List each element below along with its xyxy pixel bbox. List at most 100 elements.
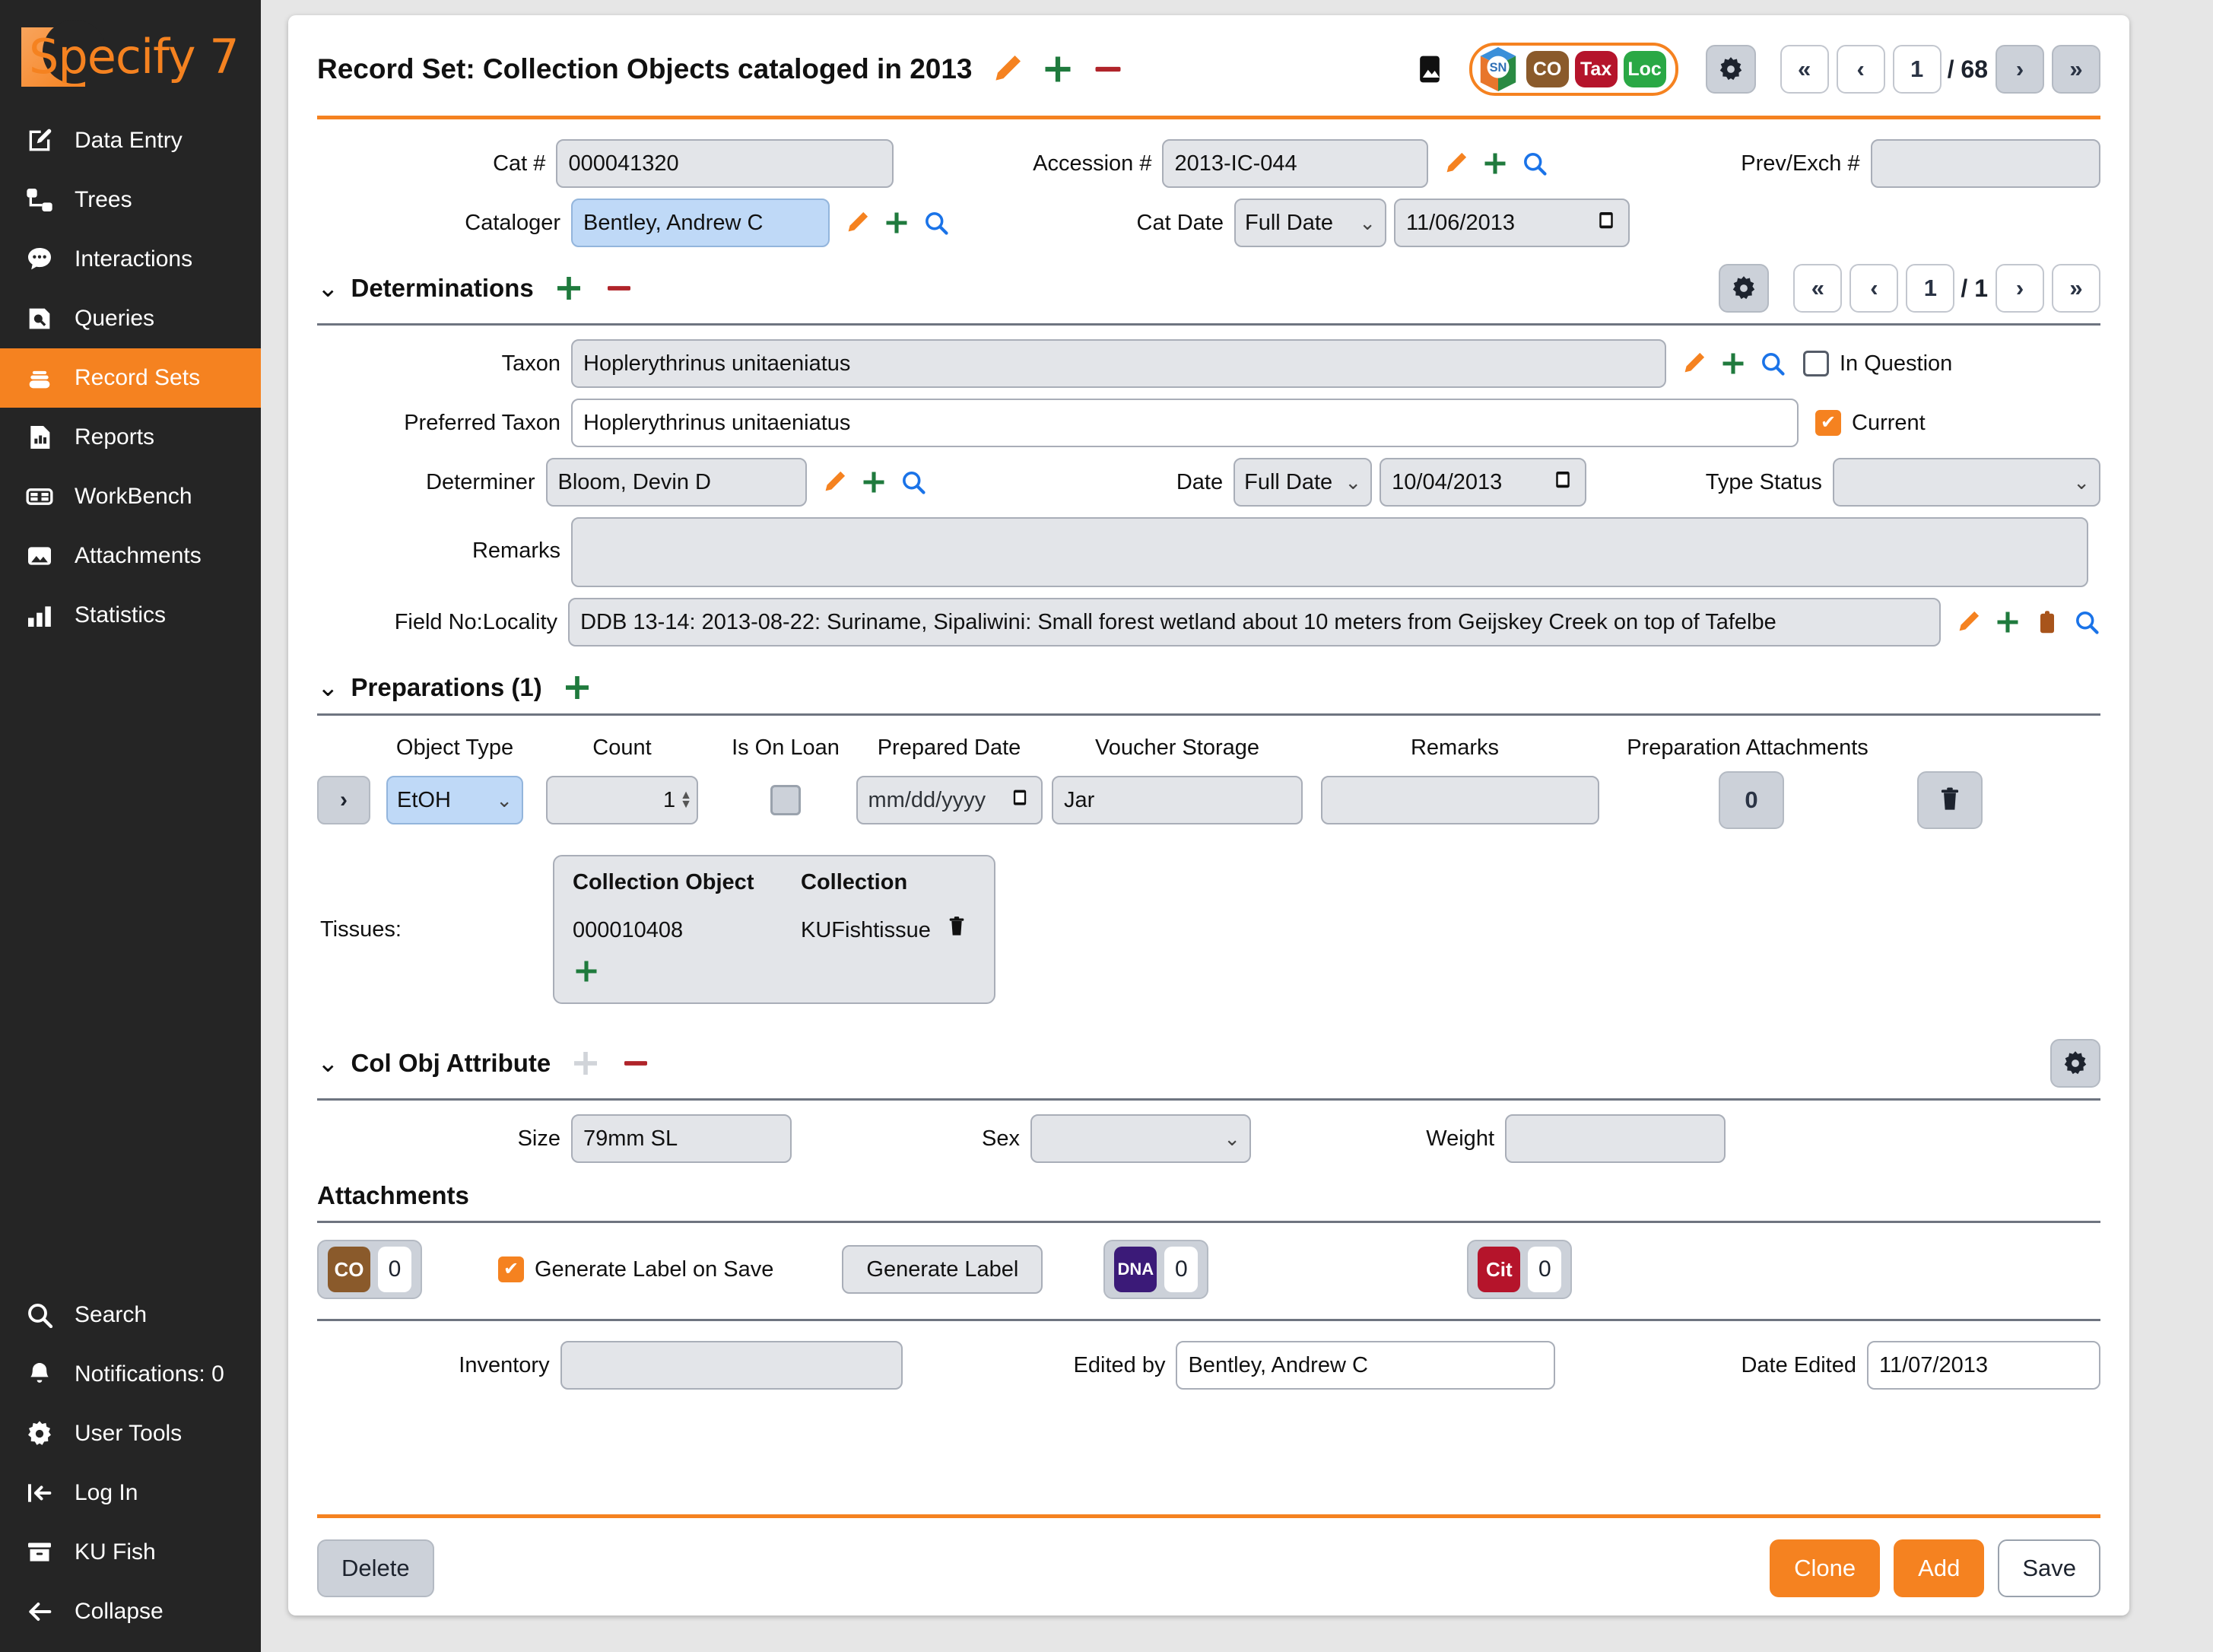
preparation-attachments-count[interactable]: 0 — [1719, 771, 1784, 829]
edit-square-icon — [23, 124, 56, 157]
add-tissue-button[interactable] — [573, 958, 976, 989]
accession-input[interactable]: 2013-IC-044 — [1162, 139, 1428, 188]
sidebar-item-reports[interactable]: Reports — [0, 408, 261, 467]
app-logo[interactable]: Specify 7 — [0, 14, 261, 111]
add-determination-button[interactable] — [554, 273, 584, 303]
weight-input[interactable] — [1505, 1114, 1726, 1163]
locality-tab[interactable]: Loc — [1623, 51, 1666, 87]
sidebar-item-record-sets[interactable]: Record Sets — [0, 348, 261, 408]
co-attachments-button[interactable]: CO 0 — [317, 1240, 422, 1299]
count-stepper[interactable]: 1 ▲ ▼ — [546, 776, 698, 824]
taxon-input[interactable]: Hoplerythrinus unitaeniatus — [571, 339, 1666, 388]
sidebar-item-notifications[interactable]: Notifications: 0 — [0, 1345, 261, 1404]
form-tab-switcher[interactable]: SN CO Tax Loc — [1468, 43, 1678, 96]
determinations-settings-button[interactable] — [1719, 264, 1770, 313]
clone-button[interactable]: Clone — [1770, 1539, 1881, 1597]
col-obj-attribute-settings-button[interactable] — [2050, 1039, 2100, 1088]
prev-exch-input[interactable] — [1870, 139, 2100, 188]
add-col-obj-attribute-button[interactable] — [570, 1048, 601, 1079]
current-checkbox[interactable]: Current — [1815, 410, 1926, 436]
chevron-down-icon[interactable]: ⌄ — [317, 275, 339, 301]
sidebar-item-statistics[interactable]: Statistics — [0, 586, 261, 645]
tissue-collection-object[interactable]: 000010408 — [573, 918, 778, 943]
calendar-icon[interactable] — [1009, 786, 1030, 814]
determination-prev-button[interactable]: ‹ — [1849, 264, 1899, 313]
pencil-icon — [825, 471, 846, 491]
plus-icon[interactable] — [1041, 52, 1075, 86]
determination-index-input[interactable]: 1 — [1906, 264, 1955, 313]
sidebar-item-log-in[interactable]: Log In — [0, 1463, 261, 1523]
size-input[interactable]: 79mm SL — [571, 1114, 792, 1163]
pencil-icon — [1446, 152, 1466, 173]
record-next-button[interactable]: › — [1996, 45, 2044, 94]
add-preparation-button[interactable] — [562, 672, 592, 703]
voucher-storage-input[interactable]: Jar — [1052, 776, 1303, 824]
is-on-loan-checkbox[interactable] — [770, 785, 801, 815]
search-icon — [2076, 612, 2099, 634]
taxon-tab[interactable]: Tax — [1574, 51, 1618, 87]
preparations-section-header: ⌄ Preparations (1) — [317, 672, 2100, 716]
delete-button[interactable]: Delete — [317, 1539, 434, 1597]
minus-icon[interactable] — [1091, 52, 1125, 86]
form-settings-button[interactable] — [1705, 45, 1756, 94]
chevron-down-icon[interactable]: ⌄ — [317, 1050, 339, 1076]
preparation-remarks-input[interactable] — [1321, 776, 1599, 824]
sidebar-item-workbench[interactable]: WorkBench — [0, 467, 261, 526]
app-root: Specify 7 Data Entry Trees Interactions … — [0, 0, 2213, 1652]
plus-icon — [576, 961, 597, 982]
dna-attachments-button[interactable]: DNA 0 — [1103, 1240, 1209, 1299]
sidebar-item-data-entry[interactable]: Data Entry — [0, 111, 261, 170]
pencil-icon[interactable] — [989, 52, 1024, 87]
cit-attachments-button[interactable]: Cit 0 — [1467, 1240, 1573, 1299]
determination-first-button[interactable]: « — [1793, 264, 1843, 313]
determination-date-precision-select[interactable]: Full Date ⌄ — [1234, 458, 1373, 507]
chevron-down-icon[interactable]: ⌄ — [317, 675, 339, 701]
determination-total-count: / 1 — [1961, 274, 1988, 302]
sidebar-item-user-tools[interactable]: User Tools — [0, 1404, 261, 1463]
search-icon — [23, 1298, 56, 1332]
collection-object-tab[interactable]: CO — [1526, 51, 1569, 87]
remove-determination-button[interactable] — [604, 273, 634, 303]
object-type-select[interactable]: EtOH ⌄ — [386, 776, 523, 824]
cat-no-input[interactable]: 000041320 — [556, 139, 894, 188]
determination-date-input[interactable]: 10/04/2013 — [1380, 458, 1587, 507]
cataloger-input[interactable]: Bentley, Andrew C — [571, 199, 830, 247]
image-icon[interactable] — [1413, 52, 1446, 86]
determiner-input[interactable]: Bloom, Devin D — [545, 458, 808, 507]
sidebar-item-ku-fish[interactable]: KU Fish — [0, 1523, 261, 1582]
expand-row-button[interactable]: › — [317, 776, 370, 824]
record-index-input[interactable]: 1 — [1892, 45, 1942, 94]
generate-label-on-save-checkbox[interactable]: Generate Label on Save — [498, 1256, 773, 1282]
add-button[interactable]: Add — [1894, 1539, 1985, 1597]
trash-icon[interactable] — [945, 915, 969, 945]
type-status-select[interactable]: ⌄ — [1832, 458, 2100, 507]
in-question-checkbox[interactable]: In Question — [1803, 351, 1952, 376]
stepper-arrows[interactable]: ▲ ▼ — [680, 789, 692, 811]
record-prev-button[interactable]: ‹ — [1836, 45, 1885, 94]
sidebar-item-queries[interactable]: Queries — [0, 289, 261, 348]
calendar-icon[interactable] — [1595, 208, 1618, 237]
field-no-locality-input[interactable]: DDB 13-14: 2013-08-22: Suriname, Sipaliw… — [568, 598, 1941, 647]
main-content: Record Set: Collection Objects cataloged… — [261, 0, 2213, 1652]
inventory-input[interactable] — [560, 1341, 903, 1390]
sex-select[interactable]: ⌄ — [1030, 1114, 1251, 1163]
calendar-icon[interactable] — [1551, 468, 1574, 497]
specify-network-icon[interactable]: SN — [1476, 46, 1520, 93]
delete-preparation-button[interactable] — [1917, 771, 1983, 829]
sidebar-item-interactions[interactable]: Interactions — [0, 230, 261, 289]
prepared-date-input[interactable]: mm/dd/yyyy — [856, 776, 1043, 824]
generate-label-button[interactable]: Generate Label — [842, 1245, 1043, 1294]
sidebar-item-attachments[interactable]: Attachments — [0, 526, 261, 586]
cat-date-precision-select[interactable]: Full Date ⌄ — [1234, 199, 1386, 247]
remove-col-obj-attribute-button[interactable] — [621, 1048, 651, 1079]
record-last-button[interactable]: » — [2052, 45, 2100, 94]
determination-remarks-textarea[interactable] — [571, 517, 2088, 587]
save-button[interactable]: Save — [1998, 1539, 2100, 1597]
determination-last-button[interactable]: » — [2052, 264, 2100, 313]
sidebar-item-search[interactable]: Search — [0, 1285, 261, 1345]
sidebar-item-trees[interactable]: Trees — [0, 170, 261, 230]
cat-date-input[interactable]: 11/06/2013 — [1394, 199, 1630, 247]
record-first-button[interactable]: « — [1780, 45, 1829, 94]
determination-next-button[interactable]: › — [1996, 264, 2044, 313]
sidebar-item-collapse[interactable]: Collapse — [0, 1582, 261, 1641]
